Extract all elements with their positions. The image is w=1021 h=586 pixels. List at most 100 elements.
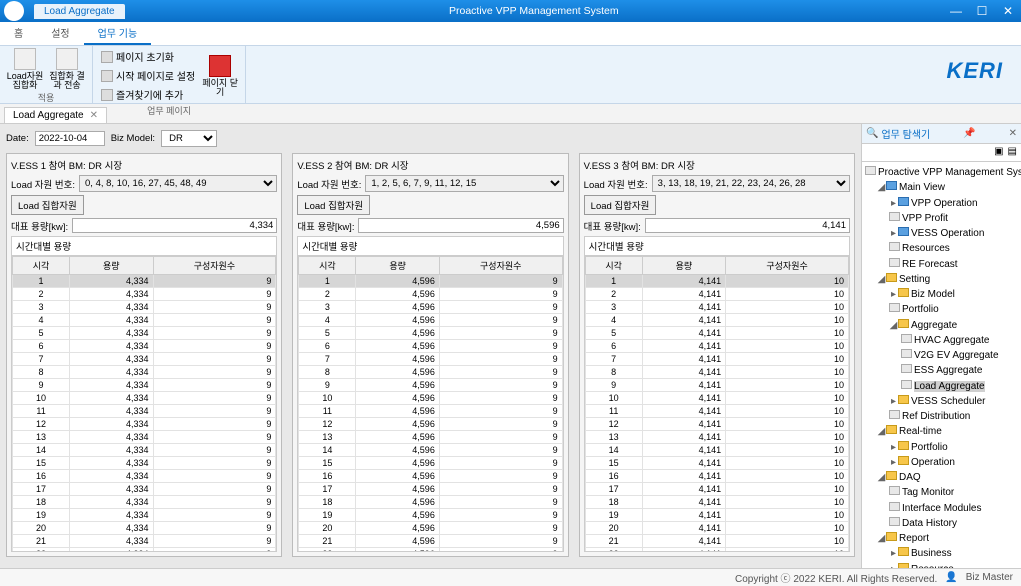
collapse-icon[interactable]: ▣	[994, 146, 1003, 159]
close-window-button[interactable]: ✕	[995, 4, 1021, 18]
date-input[interactable]	[35, 131, 105, 146]
capacity-input[interactable]	[72, 218, 277, 233]
tree-tag-monitor[interactable]: Tag Monitor	[902, 487, 954, 498]
table-row[interactable]: 144,3349	[13, 444, 276, 457]
expand-icon[interactable]: ▤	[1008, 146, 1017, 159]
table-row[interactable]: 104,5969	[299, 392, 562, 405]
table-row[interactable]: 144,14110	[585, 444, 848, 457]
table-row[interactable]: 14,5969	[299, 275, 562, 288]
close-page-button[interactable]: 페이지 닫기	[201, 55, 239, 97]
table-row[interactable]: 104,3349	[13, 392, 276, 405]
table-row[interactable]: 204,3349	[13, 522, 276, 535]
hourly-capacity-table[interactable]: 시각 용량 구성자원수 14,596924,596934,596944,5969…	[297, 256, 563, 552]
tree-data-history[interactable]: Data History	[902, 518, 957, 529]
table-row[interactable]: 44,3349	[13, 314, 276, 327]
table-row[interactable]: 114,3349	[13, 405, 276, 418]
table-row[interactable]: 44,5969	[299, 314, 562, 327]
expand-toggle[interactable]: ▸	[889, 226, 898, 241]
capacity-input[interactable]	[358, 218, 563, 233]
table-row[interactable]: 34,14110	[585, 301, 848, 314]
table-row[interactable]: 144,5969	[299, 444, 562, 457]
ribbon-tab-tasks[interactable]: 업무 기능	[84, 22, 152, 45]
tree-main-view[interactable]: Main View	[899, 182, 945, 193]
load-aggregate-resource-button[interactable]: Load 집합자원	[297, 195, 370, 215]
table-row[interactable]: 94,14110	[585, 379, 848, 392]
ribbon-tab-home[interactable]: 홈	[0, 22, 37, 45]
document-tab[interactable]: Load Aggregate ✕	[4, 107, 107, 123]
expand-toggle[interactable]: ▸	[889, 546, 898, 561]
table-row[interactable]: 214,3349	[13, 535, 276, 548]
ribbon-tab-settings[interactable]: 설정	[37, 22, 83, 45]
maximize-button[interactable]: ☐	[969, 4, 995, 18]
tree-ref-distribution[interactable]: Ref Distribution	[902, 411, 970, 422]
table-row[interactable]: 114,5969	[299, 405, 562, 418]
table-row[interactable]: 64,14110	[585, 340, 848, 353]
load-aggregate-resource-button[interactable]: Load 집합자원	[584, 195, 657, 215]
tree-rt-operation[interactable]: Operation	[911, 457, 955, 468]
table-row[interactable]: 94,3349	[13, 379, 276, 392]
pin-icon[interactable]: 📌	[963, 128, 975, 139]
expand-toggle[interactable]: ▸	[889, 394, 898, 409]
expand-toggle[interactable]: ▸	[889, 440, 898, 455]
table-row[interactable]: 164,3349	[13, 470, 276, 483]
table-row[interactable]: 224,14110	[585, 548, 848, 553]
table-row[interactable]: 74,3349	[13, 353, 276, 366]
tree-load-aggregate[interactable]: Load Aggregate	[914, 381, 985, 392]
set-start-page-button[interactable]: 시작 페이지로 설정	[99, 67, 197, 84]
table-row[interactable]: 44,14110	[585, 314, 848, 327]
table-row[interactable]: 204,5969	[299, 522, 562, 535]
table-row[interactable]: 84,5969	[299, 366, 562, 379]
send-result-button[interactable]: 집합화 결과 전송	[48, 48, 86, 90]
tree-report[interactable]: Report	[899, 533, 929, 544]
expand-toggle[interactable]: ▸	[889, 287, 898, 302]
table-row[interactable]: 134,14110	[585, 431, 848, 444]
table-row[interactable]: 154,3349	[13, 457, 276, 470]
expand-toggle[interactable]: ◢	[877, 470, 886, 485]
table-row[interactable]: 194,5969	[299, 509, 562, 522]
add-favorite-button[interactable]: 즐겨찾기에 추가	[99, 86, 197, 103]
table-row[interactable]: 164,14110	[585, 470, 848, 483]
close-panel-icon[interactable]: ✕	[1009, 128, 1017, 139]
table-row[interactable]: 24,5969	[299, 288, 562, 301]
table-row[interactable]: 24,14110	[585, 288, 848, 301]
table-row[interactable]: 94,5969	[299, 379, 562, 392]
table-row[interactable]: 74,14110	[585, 353, 848, 366]
minimize-button[interactable]: —	[943, 4, 969, 18]
table-row[interactable]: 34,3349	[13, 301, 276, 314]
table-row[interactable]: 214,14110	[585, 535, 848, 548]
expand-toggle[interactable]: ◢	[889, 318, 898, 333]
table-row[interactable]: 64,3349	[13, 340, 276, 353]
load-aggregate-resource-button[interactable]: Load 집합자원	[11, 195, 84, 215]
table-row[interactable]: 54,3349	[13, 327, 276, 340]
table-row[interactable]: 164,5969	[299, 470, 562, 483]
tree-resource[interactable]: Resource	[911, 564, 954, 569]
table-row[interactable]: 14,3349	[13, 275, 276, 288]
tree-interface-modules[interactable]: Interface Modules	[902, 503, 982, 514]
table-row[interactable]: 134,3349	[13, 431, 276, 444]
table-row[interactable]: 84,14110	[585, 366, 848, 379]
table-row[interactable]: 224,3349	[13, 548, 276, 553]
biz-model-select[interactable]: DR	[161, 130, 217, 147]
table-row[interactable]: 194,3349	[13, 509, 276, 522]
expand-toggle[interactable]: ◢	[877, 531, 886, 546]
hourly-capacity-table[interactable]: 시각 용량 구성자원수 14,1411024,1411034,1411044,1…	[584, 256, 850, 552]
page-init-button[interactable]: 페이지 초기화	[99, 48, 197, 65]
table-row[interactable]: 154,5969	[299, 457, 562, 470]
table-row[interactable]: 174,14110	[585, 483, 848, 496]
tree-daq[interactable]: DAQ	[899, 472, 921, 483]
quick-tab-load-aggregate[interactable]: Load Aggregate	[34, 4, 125, 19]
table-row[interactable]: 214,5969	[299, 535, 562, 548]
expand-toggle[interactable]: ▸	[889, 455, 898, 470]
tree-business[interactable]: Business	[911, 548, 952, 559]
table-row[interactable]: 24,3349	[13, 288, 276, 301]
table-row[interactable]: 154,14110	[585, 457, 848, 470]
table-row[interactable]: 54,14110	[585, 327, 848, 340]
tree-biz-model[interactable]: Biz Model	[911, 289, 955, 300]
table-row[interactable]: 184,14110	[585, 496, 848, 509]
table-row[interactable]: 104,14110	[585, 392, 848, 405]
table-row[interactable]: 114,14110	[585, 405, 848, 418]
table-row[interactable]: 204,14110	[585, 522, 848, 535]
table-row[interactable]: 54,5969	[299, 327, 562, 340]
capacity-input[interactable]	[645, 218, 850, 233]
table-row[interactable]: 124,5969	[299, 418, 562, 431]
